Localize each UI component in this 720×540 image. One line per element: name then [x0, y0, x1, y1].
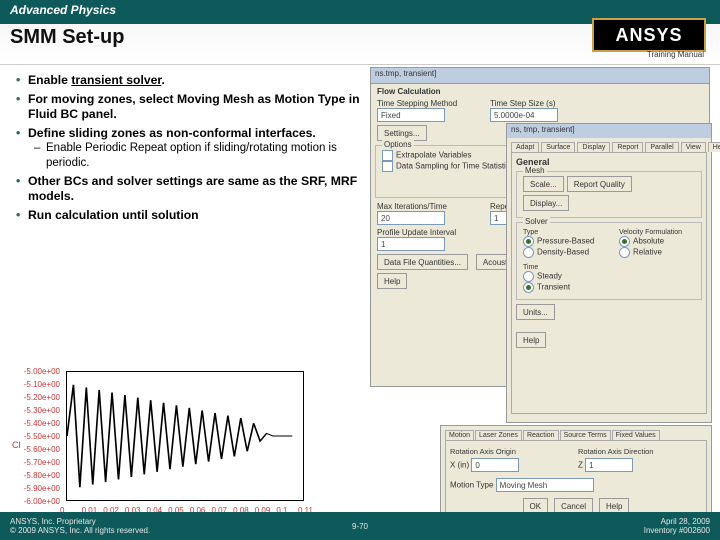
y-tick: -6.00e+00: [10, 497, 60, 506]
footer-right: April 28, 2009 Inventory #002600: [644, 517, 710, 535]
mesh-group-title: Mesh: [523, 166, 547, 175]
radio-transient[interactable]: [523, 282, 534, 293]
y-tick: -5.00e+00: [10, 367, 60, 376]
z-dir-field[interactable]: 1: [585, 458, 633, 472]
page-number: 9-70: [352, 522, 368, 531]
radio-relative[interactable]: [619, 247, 630, 258]
y-tick: -5.10e+00: [10, 380, 60, 389]
radio-absolute[interactable]: [619, 236, 630, 247]
origin-label: Rotation Axis Origin: [450, 447, 568, 456]
ansys-logo: ANSYS: [592, 18, 706, 52]
radio-density-based[interactable]: [523, 247, 534, 258]
y-tick: -5.20e+00: [10, 393, 60, 402]
radio-steady[interactable]: [523, 271, 534, 282]
upd-label: Profile Update Interval: [377, 228, 527, 237]
solver-group-title: Solver: [523, 217, 550, 226]
tss-label: Time Step Size (s): [490, 99, 590, 108]
menu-item[interactable]: Display: [577, 142, 610, 152]
menu-item[interactable]: Parallel: [645, 142, 678, 152]
slide: Advanced Physics SMM Set-up ANSYS Traini…: [0, 0, 720, 540]
opt-extrapolate: Extrapolate Variables: [396, 151, 471, 160]
opt-sampling: Data Sampling for Time Statistics: [396, 162, 514, 171]
sub-bullet: Enable Periodic Repeat option if sliding…: [34, 141, 362, 170]
scale-button[interactable]: Scale...: [523, 176, 564, 192]
general-panel: ns, tmp, transient] AdaptSurfaceDisplayR…: [506, 123, 712, 423]
settings-button[interactable]: Settings...: [377, 125, 427, 141]
help-button[interactable]: Help: [377, 273, 407, 289]
direction-label: Rotation Axis Direction: [578, 447, 653, 456]
tab[interactable]: Laser Zones: [475, 430, 522, 440]
upd-field[interactable]: 1: [377, 237, 445, 251]
tsm-field[interactable]: Fixed: [377, 108, 445, 122]
bullet: Define sliding zones as non-conformal in…: [16, 126, 362, 171]
checkbox[interactable]: [382, 150, 393, 161]
tab[interactable]: Reaction: [523, 430, 559, 440]
y-tick: -5.60e+00: [10, 445, 60, 454]
text-column: Enable transient solver. For moving zones…: [10, 73, 362, 227]
panel-titlebar: ns.tmp, transient]: [371, 68, 709, 84]
bullet: For moving zones, select Moving Mesh as …: [16, 92, 362, 123]
bullet: Other BCs and solver settings are same a…: [16, 174, 362, 205]
body: Enable transient solver. For moving zones…: [0, 65, 720, 513]
panel-titlebar: ns, tmp, transient]: [507, 124, 711, 138]
bullet: Enable transient solver.: [16, 73, 362, 89]
options-title: Options: [382, 140, 414, 149]
x-origin-field[interactable]: 0: [471, 458, 519, 472]
menu-item[interactable]: Report: [612, 142, 643, 152]
menu-item[interactable]: Adapt: [511, 142, 539, 152]
max-iter-label: Max Iterations/Time: [377, 202, 487, 211]
motion-type-label: Motion Type: [450, 481, 493, 490]
y-tick: -5.50e+00: [10, 432, 60, 441]
footer: ANSYS, Inc. Proprietary © 2009 ANSYS, In…: [0, 512, 720, 540]
tab[interactable]: Fixed Values: [612, 430, 660, 440]
max-iter-field[interactable]: 20: [377, 211, 445, 225]
y-tick: -5.70e+00: [10, 458, 60, 467]
menu-item[interactable]: Surface: [541, 142, 575, 152]
motion-type-field[interactable]: Moving Mesh: [496, 478, 594, 492]
help-button[interactable]: Help: [516, 332, 546, 348]
cl-time-chart: Cl -5.00e+00-5.10e+00-5.20e+00-5.30e+00-…: [10, 365, 310, 525]
menu-item[interactable]: View: [681, 142, 706, 152]
bullet: Run calculation until solution: [16, 208, 362, 224]
tab[interactable]: Motion: [445, 430, 474, 440]
checkbox[interactable]: [382, 161, 393, 172]
y-tick: -5.90e+00: [10, 484, 60, 493]
menu-item[interactable]: Help: [708, 142, 720, 152]
display-button[interactable]: Display...: [523, 195, 569, 211]
tss-field[interactable]: 5.0000e-04: [490, 108, 558, 122]
y-tick: -5.30e+00: [10, 406, 60, 415]
y-tick: -5.80e+00: [10, 471, 60, 480]
data-file-quantities-button[interactable]: Data File Quantities...: [377, 254, 468, 270]
training-manual-label: Training Manual: [647, 50, 704, 59]
radio-pressure-based[interactable]: [523, 236, 534, 247]
page-title: SMM Set-up: [10, 26, 124, 49]
report-quality-button[interactable]: Report Quality: [567, 176, 632, 192]
y-tick: -5.40e+00: [10, 419, 60, 428]
tab[interactable]: Source Terms: [560, 430, 611, 440]
tsm-label: Time Stepping Method: [377, 99, 487, 108]
footer-left: ANSYS, Inc. Proprietary © 2009 ANSYS, In…: [10, 517, 150, 535]
section-label: Flow Calculation: [377, 87, 703, 96]
units-button[interactable]: Units...: [516, 304, 555, 320]
header: Advanced Physics SMM Set-up ANSYS Traini…: [0, 0, 720, 65]
